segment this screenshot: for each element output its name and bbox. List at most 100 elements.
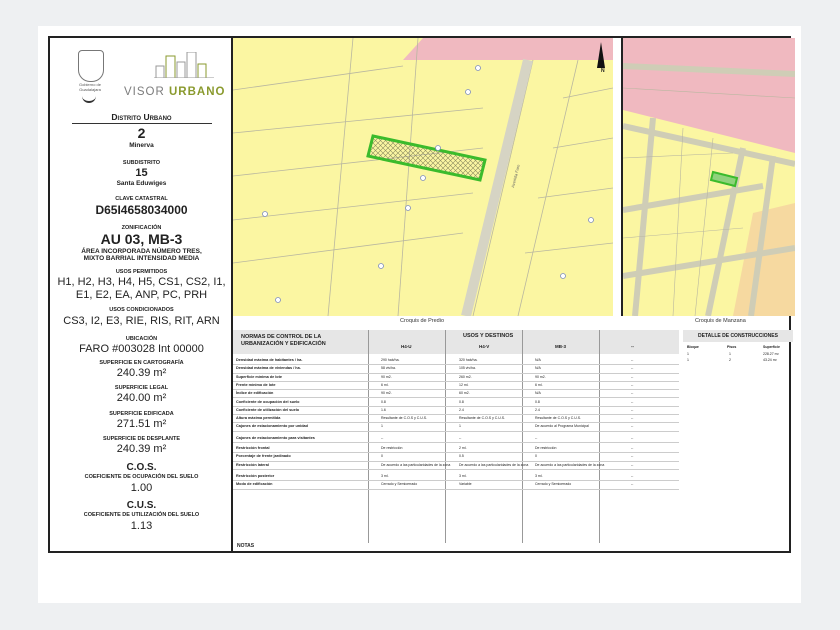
table-row: Cajones de estacionamiento por unidad 1 1 D… xyxy=(233,422,679,432)
zonif-desc-1: ÁREA INCORPORADA NÚMERO TRES, xyxy=(81,248,202,255)
usos-permitidos-2: E1, E2, EA, ANP, PC, PRH xyxy=(75,289,208,301)
table-row: Restricción lateral De acuerdo a las part… xyxy=(233,461,679,470)
distrito-name: Minerva xyxy=(129,142,154,149)
row-label: Altura máxima permitida xyxy=(236,416,281,421)
row-label: Porcentaje de frente jardinado xyxy=(236,454,291,459)
cell-h4u: 1 xyxy=(381,424,383,429)
sup-edificada-label: SUPERFICIE EDIFICADA xyxy=(109,411,174,417)
row-label: Frente mínimo de lote xyxy=(236,382,276,387)
cell-h4v: 105 viv/ha. xyxy=(459,366,476,371)
cell-mb3: 0.8 xyxy=(535,399,540,404)
usos-permitidos-label: USOS PERMITIDOS xyxy=(115,269,168,275)
cell-mb3: De acuerdo a las particularidades de la … xyxy=(535,462,605,467)
col-h4u: H4-U xyxy=(401,344,412,349)
row-label: Densidad máxima de habitantes / ha. xyxy=(236,358,303,362)
cell-h4v: 0.8 xyxy=(459,399,464,404)
distrito-number: 2 xyxy=(137,125,146,141)
cell-h4u: 90 m2. xyxy=(381,374,392,379)
cell-h4v: 260 m2. xyxy=(459,374,472,379)
cell-mb3: 90 m2. xyxy=(535,374,546,379)
row-label: Restricción lateral xyxy=(236,462,269,467)
cell-empty: -- xyxy=(631,399,634,404)
cell-mb3: N/A xyxy=(535,391,541,396)
cell-empty: -- xyxy=(631,366,634,371)
cell-h4v: 12 ml. xyxy=(459,382,469,387)
row-label: Restricción frontal xyxy=(236,446,270,450)
detalle-r1-p: 1 xyxy=(729,352,731,356)
cell-empty: -- xyxy=(631,424,634,429)
cell-h4u: 6 ml. xyxy=(381,382,389,387)
map-manzana[interactable] xyxy=(621,38,795,316)
cell-h4u: 3 ml. xyxy=(381,474,389,478)
cell-h4v: De acuerdo a las particularidades de la … xyxy=(459,462,529,467)
table-row: Cajones de estacionamiento para visitant… xyxy=(233,434,679,444)
cus-label: COEFICIENTE DE UTILIZACIÓN DEL SUELO xyxy=(83,512,200,518)
cell-h4u: 290 hab/ha. xyxy=(381,358,400,362)
sup-cartografia: 240.39 m² xyxy=(116,367,167,379)
row-label: Restricción posterior xyxy=(236,474,275,478)
table-row: Modo de edificación Cerrado y Semicerrado… xyxy=(233,480,679,490)
brand-wordmark: VISOR URBANO xyxy=(124,86,226,98)
caption-predio: Croquis de Predio xyxy=(400,318,445,324)
row-label: Cajones de estacionamiento para visitant… xyxy=(236,436,315,440)
cell-h4v: 2.4 xyxy=(459,407,464,412)
detalle-r2-p: 2 xyxy=(729,358,731,362)
sup-desplante: 240.39 m² xyxy=(116,443,167,455)
cell-h4v: 320 hab/ha. xyxy=(459,358,478,362)
subdistrito-number: 15 xyxy=(135,167,148,179)
zonif-desc-2: MIXTO BARRIAL INTENSIDAD MEDIA xyxy=(83,255,200,262)
cell-mb3: De acuerdo al Programa Municipal xyxy=(535,424,589,429)
cell-h4v: -- xyxy=(459,436,462,440)
map-predio[interactable]: Avenida Faro N xyxy=(233,38,613,316)
crest-arc-icon xyxy=(82,94,96,103)
detalle-h-bloque: Bloque xyxy=(687,345,699,349)
row-label: Coeficiente de utilización del suelo xyxy=(236,407,300,412)
cell-mb3: Resultante de C.O.S y C.U.S. xyxy=(535,416,582,421)
cell-mb3: 0 xyxy=(535,454,537,459)
cos-value: 1.00 xyxy=(130,482,153,494)
cell-empty: -- xyxy=(631,416,634,421)
buildings-logo-icon xyxy=(154,52,214,78)
detalle-title: DETALLE DE CONSTRUCCIONES xyxy=(683,330,793,342)
north-arrow-label: N xyxy=(601,68,605,74)
sup-legal-label: SUPERFICIE LEGAL xyxy=(114,385,169,391)
cell-h4u: 0 xyxy=(381,454,383,459)
cell-h4v: 3 ml. xyxy=(459,474,467,478)
col-empty: -- xyxy=(631,344,634,349)
cus-value: 1.13 xyxy=(130,520,153,532)
subdistrito-label: SUBDISTRITO xyxy=(122,160,161,166)
cell-empty: -- xyxy=(631,407,634,412)
ubicacion-value: FARO #003028 Int 00000 xyxy=(79,343,204,355)
cell-h4v: 1 xyxy=(459,424,461,429)
cell-empty: -- xyxy=(631,474,634,478)
cell-mb3: N/A xyxy=(535,358,541,362)
zonif-value: AU 03, MB-3 xyxy=(100,231,183,247)
header-usos: USOS Y DESTINOS xyxy=(463,333,514,339)
cell-h4u: De acuerdo a las particularidades de la … xyxy=(381,462,451,467)
cell-h4u: Resultante de C.O.S y C.U.S. xyxy=(381,416,428,421)
cos-title: C.O.S. xyxy=(126,462,157,473)
row-label: Coeficiente de ocupación del suelo xyxy=(236,399,300,404)
col-h4v: H4-V xyxy=(479,344,490,349)
cell-h4v: 60 m2. xyxy=(459,391,470,396)
document-sheet: Gobierno de Guadalajara VISOR URBANO Dis… xyxy=(38,26,801,603)
cell-h4v: Resultante de C.O.S y C.U.S. xyxy=(459,416,506,421)
detalle-h-pisos: Pisos xyxy=(727,345,737,349)
map-manzana-drawing xyxy=(623,38,795,316)
usos-condicionados: CS3, I2, E3, RIE, RIS, RIT, ARN xyxy=(63,315,220,327)
cell-h4u: Cerrado y Semicerrado xyxy=(381,482,418,487)
notas-label: NOTAS xyxy=(237,543,255,549)
cell-h4u: 1.6 xyxy=(381,407,386,412)
cell-empty: -- xyxy=(631,446,634,450)
detalle-r2-s: 43.24 m² xyxy=(763,358,777,362)
cell-h4u: -- xyxy=(381,436,384,440)
header-normas: NORMAS DE CONTROL DE LA URBANIZACIÓN Y E… xyxy=(241,334,326,347)
row-label: Modo de edificación xyxy=(236,482,273,487)
row-label: Superficie mínima de lote xyxy=(236,374,282,379)
detalle-construcciones: DETALLE DE CONSTRUCCIONES Bloque Pisos S… xyxy=(683,330,793,390)
city-crest-icon xyxy=(78,50,104,82)
cell-empty: -- xyxy=(631,482,634,487)
cell-h4v: 0.5 xyxy=(459,454,464,459)
cell-h4v: Variable xyxy=(459,482,472,487)
usos-permitidos-1: H1, H2, H3, H4, H5, CS1, CS2, I1, xyxy=(57,276,226,288)
